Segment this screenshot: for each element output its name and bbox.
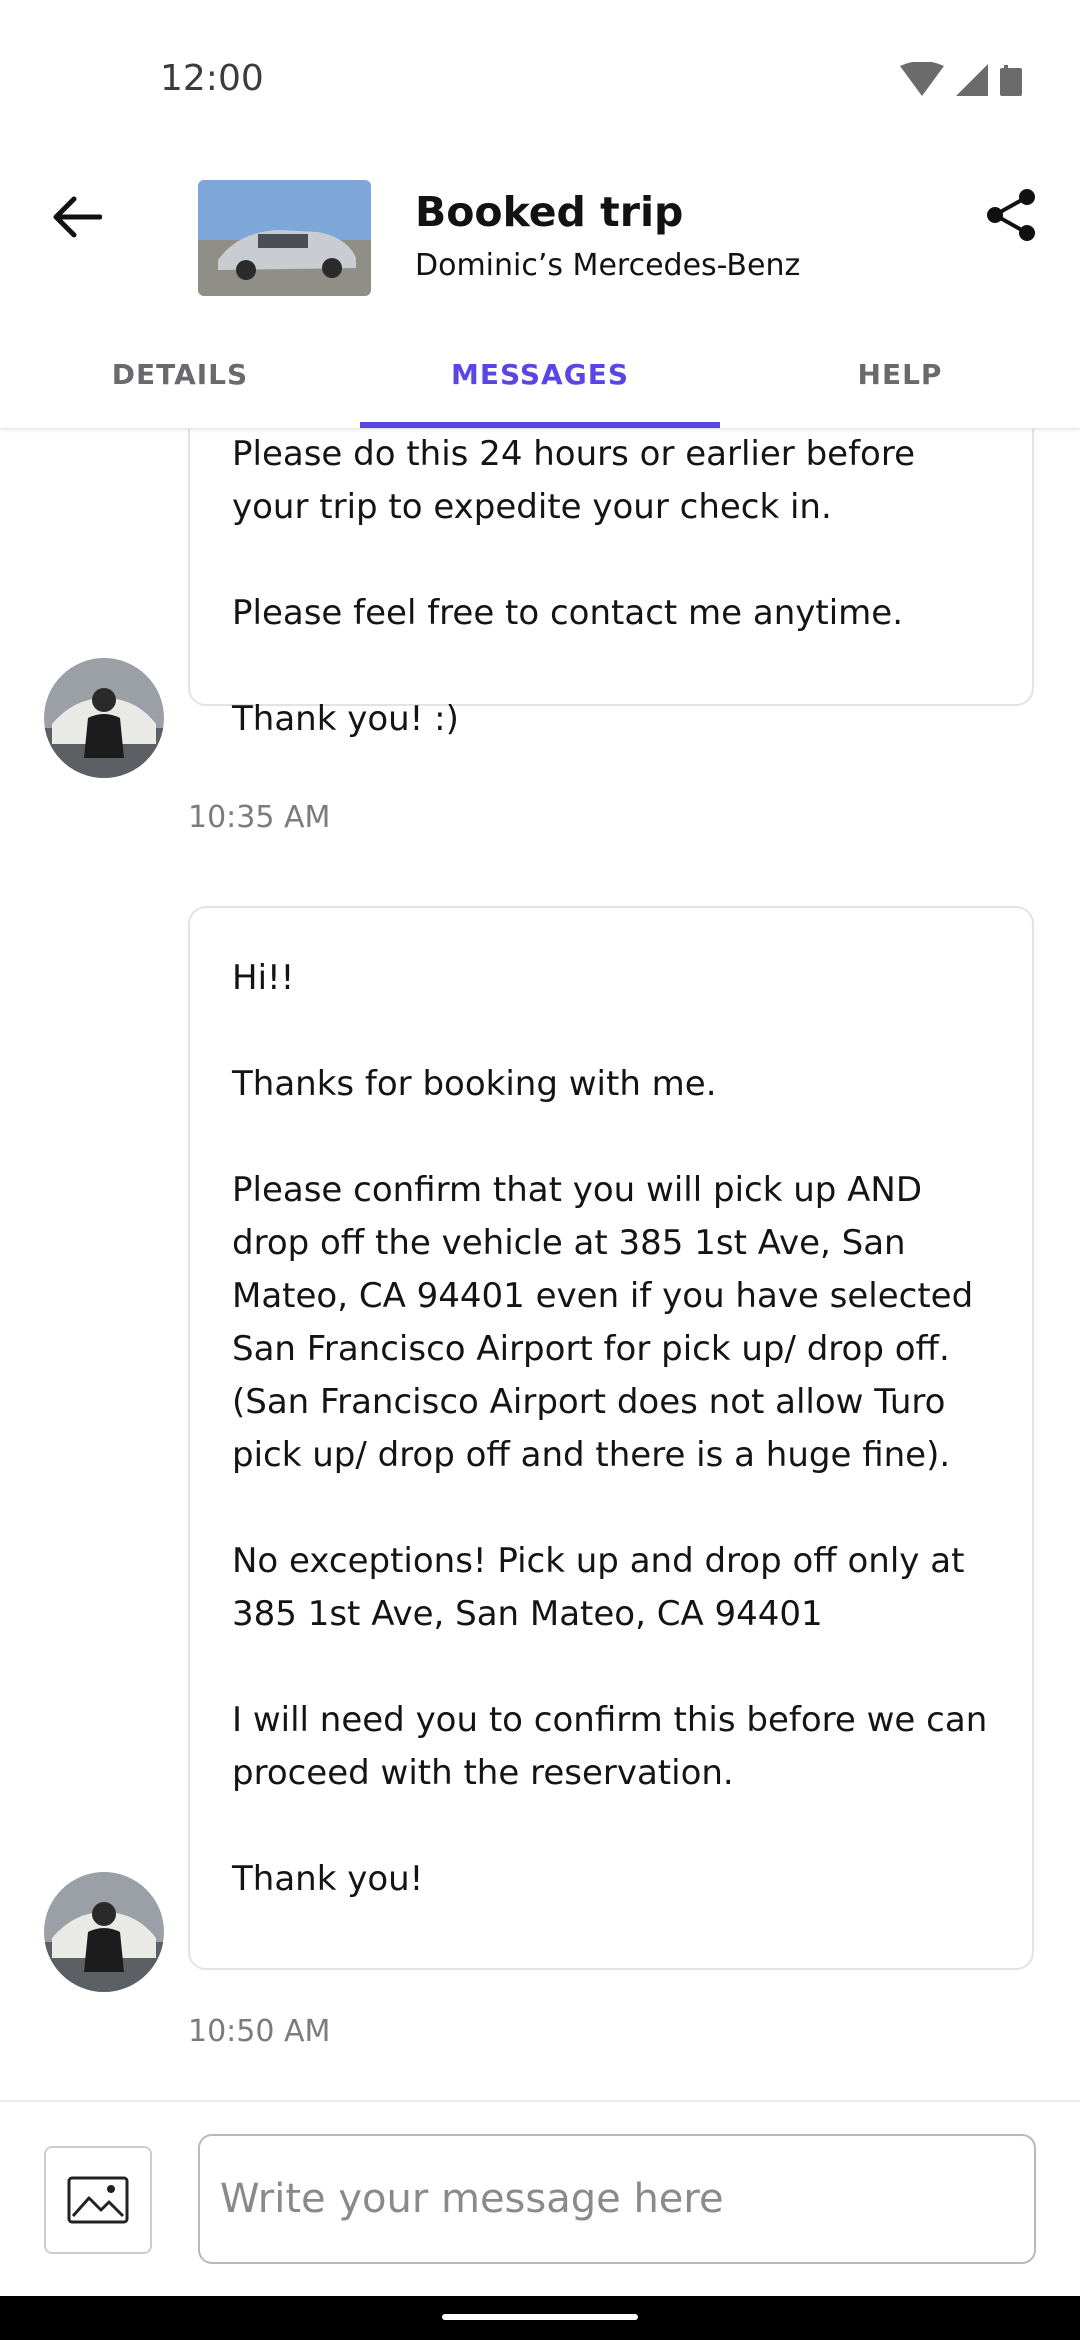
app-header: Booked trip Dominic’s Mercedes-Benz [0, 170, 1080, 320]
message-bubble: Hi!! Thanks for booking with me. Please … [188, 906, 1034, 1970]
message-input[interactable] [198, 2134, 1036, 2264]
page-subtitle: Dominic’s Mercedes-Benz [415, 248, 801, 283]
wifi-icon [900, 61, 944, 96]
share-icon [987, 189, 1035, 241]
battery-icon [1000, 65, 1022, 96]
share-button[interactable] [978, 182, 1044, 248]
tab-messages[interactable]: MESSAGES [360, 320, 720, 428]
message-composer [0, 2100, 1080, 2298]
status-time: 12:00 [160, 58, 264, 99]
tab-help[interactable]: HELP [720, 320, 1080, 428]
message-list[interactable]: Please do this 24 hours or earlier befor… [0, 428, 1080, 2100]
active-tab-indicator [360, 422, 720, 428]
home-handle[interactable] [442, 2314, 638, 2320]
avatar[interactable] [44, 658, 164, 778]
status-icons [900, 61, 1030, 102]
attach-image-button[interactable] [44, 2146, 152, 2254]
arrow-left-icon [53, 196, 102, 238]
message-bubble: Please do this 24 hours or earlier befor… [188, 428, 1034, 739]
back-button[interactable] [40, 180, 114, 254]
message-timestamp: 10:50 AM [188, 2014, 331, 2049]
status-bar: 12:00 [0, 0, 1080, 170]
image-icon [67, 2176, 129, 2224]
avatar[interactable] [44, 1872, 164, 1992]
system-nav-bar [0, 2296, 1080, 2340]
car-thumbnail[interactable] [198, 180, 371, 296]
tab-details[interactable]: DETAILS [0, 320, 360, 428]
page-title: Booked trip [415, 188, 684, 236]
message-timestamp: 10:35 AM [188, 800, 331, 835]
signal-icon [956, 64, 988, 96]
tab-bar: DETAILS MESSAGES HELP [0, 320, 1080, 429]
